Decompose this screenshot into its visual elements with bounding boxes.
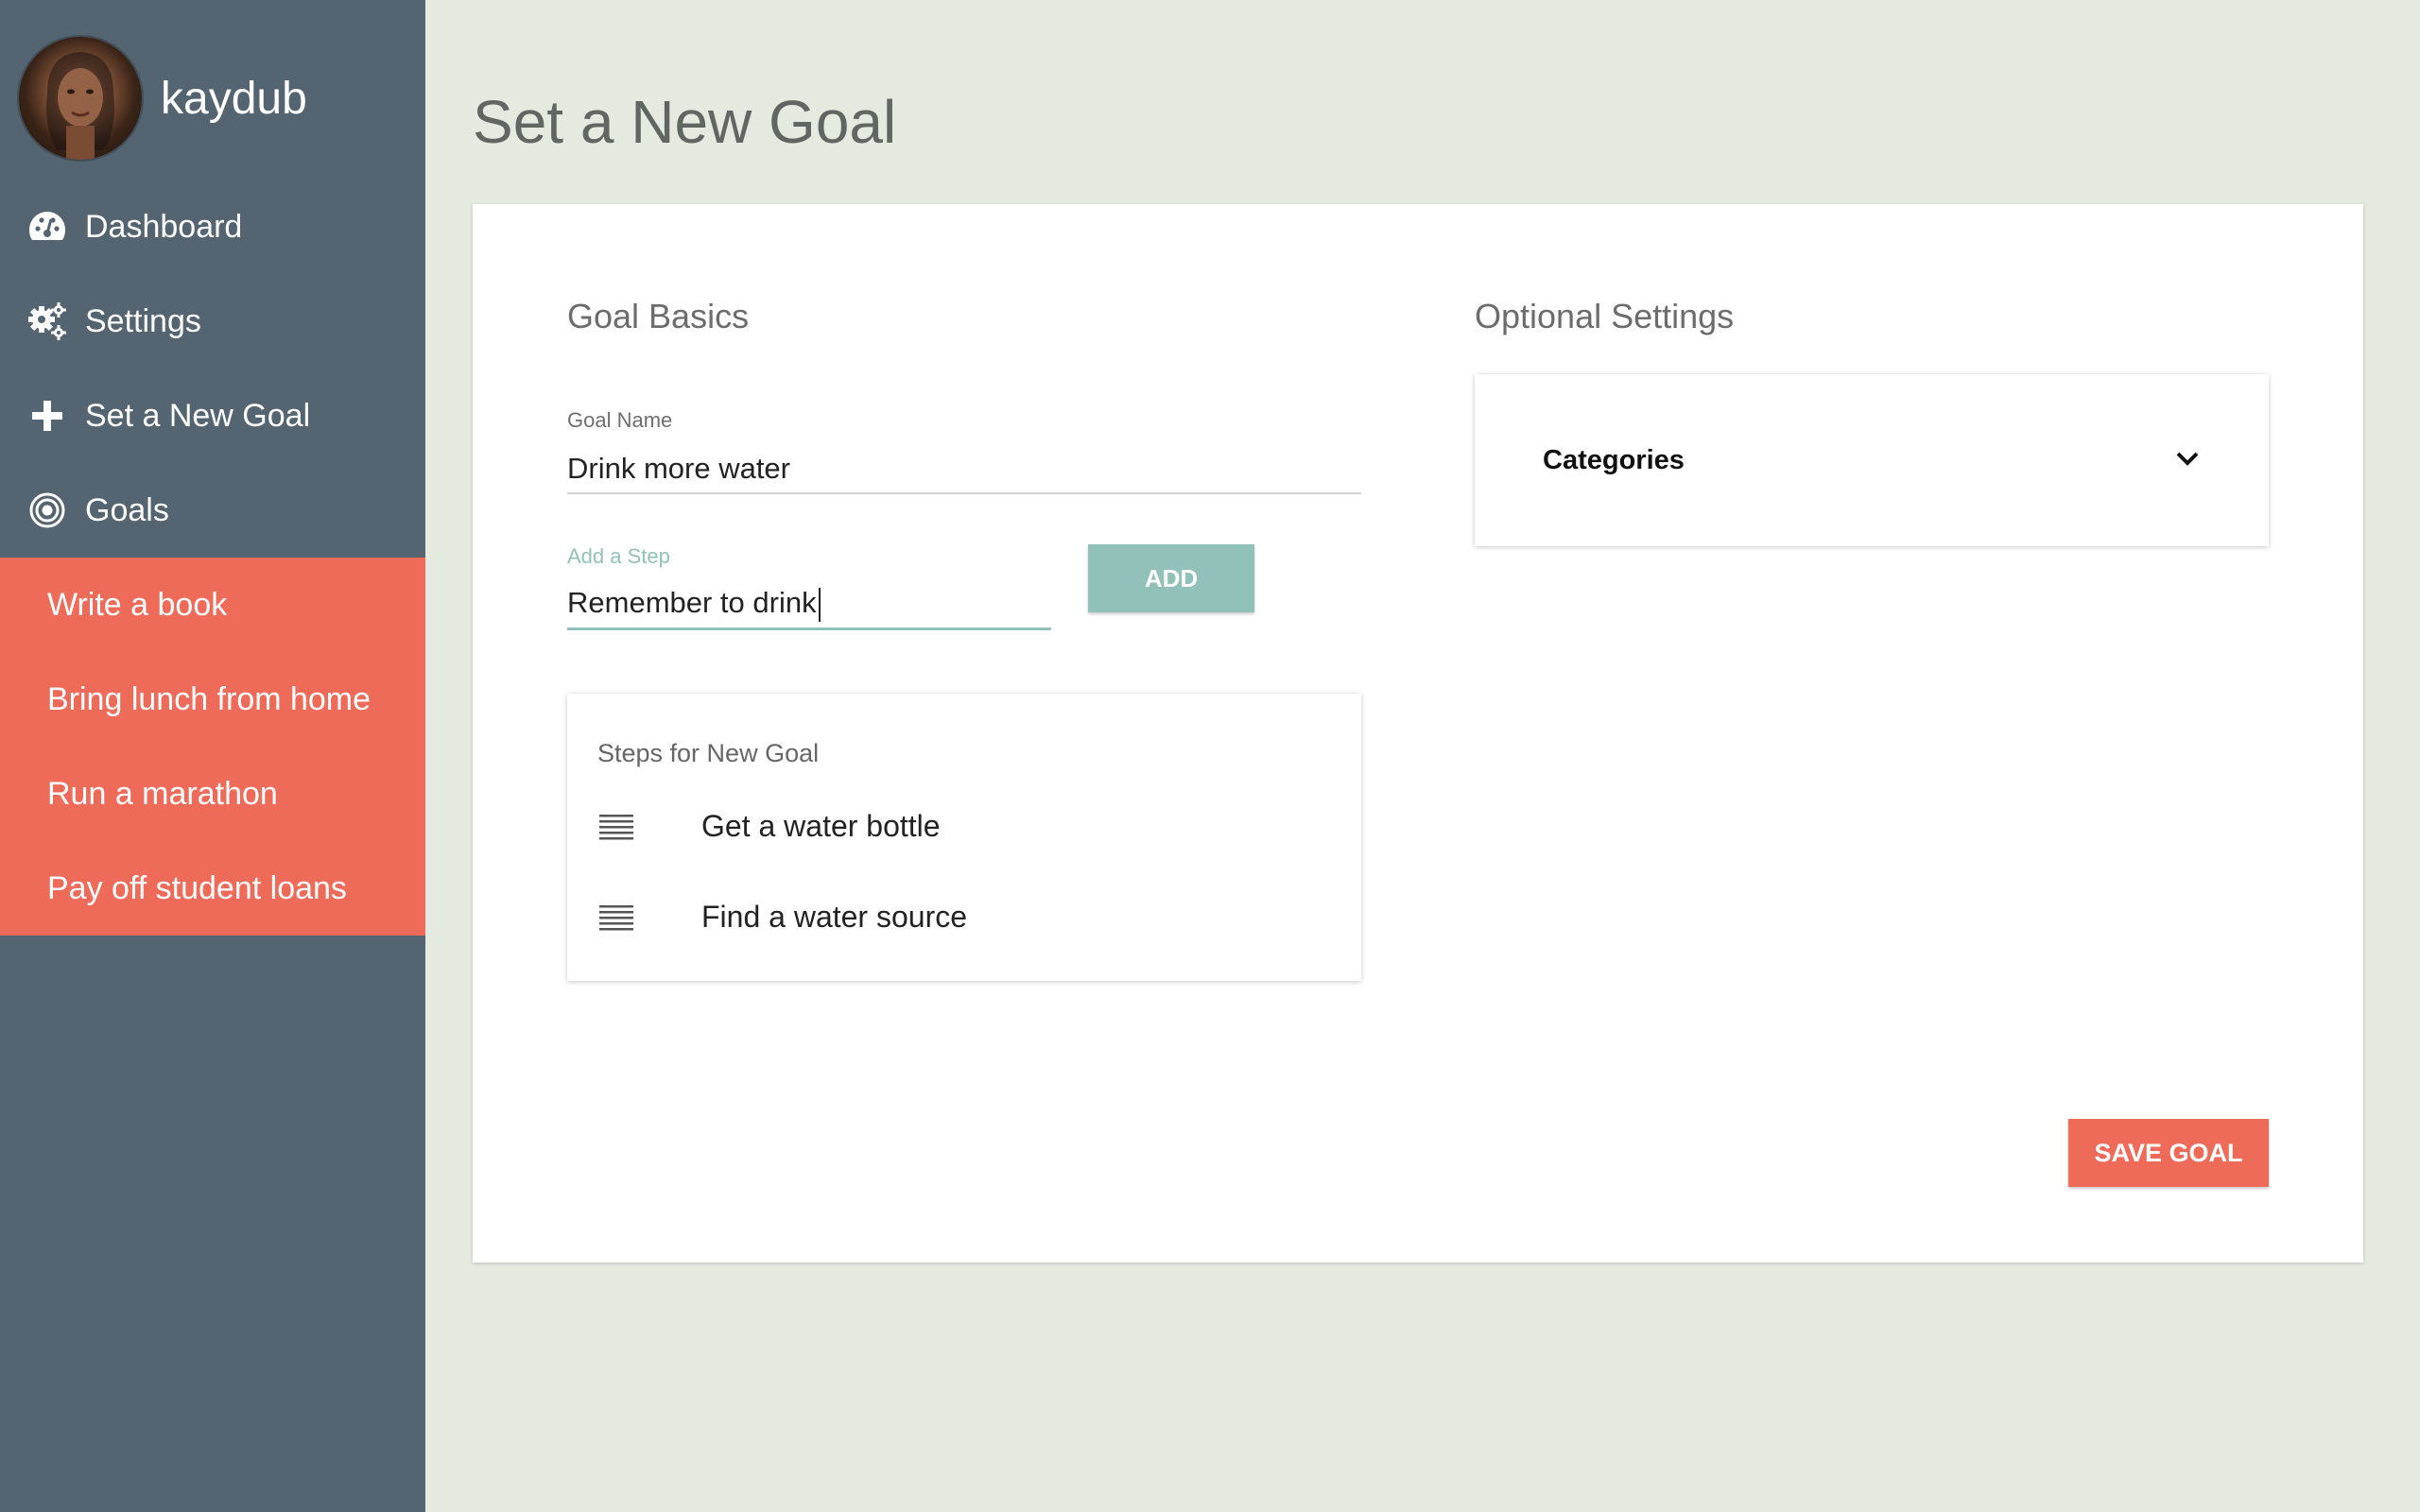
text-caret [818,587,821,622]
step-item[interactable]: Get a water bottle [597,798,1335,854]
step-label: Get a water bottle [701,808,941,843]
goal-item[interactable]: Run a marathon [0,747,425,841]
optional-settings-title: Optional Settings [1475,297,1735,335]
nav-label-goals: Goals [85,491,169,528]
nav-label-dashboard: Dashboard [85,208,243,245]
goal-item[interactable]: Pay off student loans [0,841,425,936]
main-nav: Dashboard Settings Set a New Goal Goals [0,180,425,558]
goal-list: Write a book Bring lunch from home Run a… [0,558,425,936]
dashboard-icon [26,206,68,248]
nav-item-set-new-goal[interactable]: Set a New Goal [0,369,425,463]
sidebar: kaydub Dashboard Settings Set a New Goal… [0,0,425,1512]
gears-icon [26,301,68,342]
steps-list: Steps for New Goal Get a water bottle Fi… [567,694,1361,981]
avatar[interactable] [19,37,142,160]
nav-label-set-new-goal: Set a New Goal [85,397,311,434]
save-goal-button[interactable]: SAVE GOAL [2068,1119,2269,1187]
add-step-label: Add a Step [567,544,670,568]
step-label: Find a water source [701,899,968,934]
add-step-button[interactable]: ADD [1088,544,1254,612]
username: kaydub [161,73,307,124]
goal-name-input[interactable]: Drink more water [567,452,790,486]
drag-handle-icon[interactable] [597,898,635,936]
target-icon [26,490,68,531]
nav-item-settings[interactable]: Settings [0,274,425,369]
goal-basics-title: Goal Basics [567,297,750,335]
goal-item[interactable]: Bring lunch from home [0,652,425,747]
plus-icon [26,395,68,437]
add-step-input[interactable]: Remember to drink [567,586,821,622]
nav-item-goals[interactable]: Goals [0,463,425,558]
goal-form-card: Goal Basics Goal Name Drink more water A… [473,204,2363,1263]
page-title: Set a New Goal [473,88,897,156]
drag-handle-icon[interactable] [597,807,635,845]
step-item[interactable]: Find a water source [597,888,1335,945]
goal-item[interactable]: Write a book [0,558,425,652]
goal-name-label: Goal Name [567,408,673,432]
goal-name-underline [567,492,1361,494]
categories-label: Categories [1543,444,1685,475]
add-step-underline [567,627,1051,630]
chevron-down-icon [2174,449,2201,472]
steps-title: Steps for New Goal [597,739,820,767]
user-profile[interactable]: kaydub [19,36,307,161]
categories-dropdown[interactable]: Categories [1475,374,2269,546]
nav-item-dashboard[interactable]: Dashboard [0,180,425,274]
nav-label-settings: Settings [85,302,201,339]
add-step-input-text: Remember to drink [567,586,817,619]
